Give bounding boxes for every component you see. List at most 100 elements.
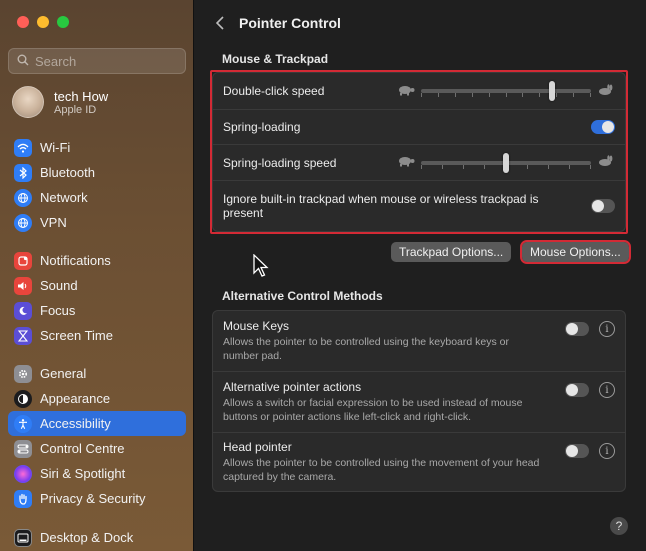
avatar: [12, 86, 44, 118]
vpn-icon: [14, 213, 32, 232]
minimize-window-button[interactable]: [37, 16, 49, 28]
double-click-speed-row: Double-click speed: [213, 73, 625, 110]
accessibility-icon: [14, 414, 32, 433]
mouse-keys-description: Allows the pointer to be controlled usin…: [223, 336, 509, 362]
alternative-pointer-actions-row: Alternative pointer actions Allows a swi…: [213, 372, 625, 433]
spring-loading-label: Spring-loading: [223, 120, 301, 134]
info-icon[interactable]: i: [599, 321, 615, 337]
sidebar-item-accessibility[interactable]: Accessibility: [8, 411, 186, 436]
spring-loading-speed-track[interactable]: [421, 152, 591, 173]
mouse-cursor-icon: [253, 254, 269, 277]
mouse-keys-toggle[interactable]: [565, 322, 589, 336]
user-name: tech How: [54, 88, 109, 104]
slider-knob[interactable]: [503, 152, 509, 173]
head-pointer-label: Head pointer: [223, 440, 292, 454]
slider-tick: [489, 93, 490, 97]
sidebar-item-label: Appearance: [40, 391, 111, 406]
mouse-trackpad-group: Double-click speed Spring-loading Spring…: [212, 72, 626, 232]
sidebar-item-vpn[interactable]: VPN: [8, 210, 186, 235]
apple-id-row[interactable]: tech How Apple ID: [12, 86, 108, 118]
trackpad-options-button[interactable]: Trackpad Options...: [391, 242, 512, 262]
appearance-icon: [14, 389, 32, 408]
sidebar-item-focus[interactable]: Focus: [8, 298, 186, 323]
sidebar-item-siri-spotlight[interactable]: Siri & Spotlight: [8, 461, 186, 486]
ignore-trackpad-row: Ignore built-in trackpad when mouse or w…: [213, 181, 625, 231]
sidebar-item-wifi[interactable]: Wi-Fi: [8, 135, 186, 160]
sidebar-item-sound[interactable]: Sound: [8, 273, 186, 298]
sidebar-item-label: VPN: [40, 215, 67, 230]
info-icon[interactable]: i: [599, 443, 615, 459]
sidebar: tech How Apple ID Wi-Fi Bluetooth Networ…: [0, 0, 194, 551]
alternative-pointer-actions-description: Allows a switch or facial expression to …: [223, 397, 523, 423]
alternative-pointer-actions-toggle[interactable]: [565, 383, 589, 397]
double-click-speed-slider[interactable]: [397, 81, 615, 101]
siri-icon: [14, 464, 32, 483]
sidebar-item-label: Focus: [40, 303, 76, 318]
double-click-speed-label: Double-click speed: [223, 84, 325, 98]
sidebar-group-connectivity: Wi-Fi Bluetooth Network VPN: [8, 135, 186, 235]
sidebar-item-privacy-security[interactable]: Privacy & Security: [8, 486, 186, 511]
page-title: Pointer Control: [239, 15, 341, 31]
slider-tick: [548, 164, 549, 169]
spring-loading-row: Spring-loading: [213, 110, 625, 145]
close-window-button[interactable]: [17, 16, 29, 28]
spring-loading-toggle[interactable]: [591, 120, 615, 134]
fast-rabbit-icon: [597, 83, 615, 99]
spring-loading-speed-row: Spring-loading speed: [213, 145, 625, 181]
sidebar-item-bluetooth[interactable]: Bluetooth: [8, 160, 186, 185]
info-icon[interactable]: i: [599, 382, 615, 398]
network-icon: [14, 188, 32, 207]
spring-loading-speed-label: Spring-loading speed: [223, 155, 337, 170]
sidebar-item-label: Network: [40, 190, 88, 205]
slider-tick: [590, 164, 591, 169]
spring-loading-speed-slider[interactable]: [397, 152, 615, 173]
sidebar-item-label: Notifications: [40, 253, 111, 268]
sidebar-item-label: Desktop & Dock: [40, 530, 134, 545]
mouse-keys-row: Mouse Keys Allows the pointer to be cont…: [213, 311, 625, 372]
sidebar-item-label: Screen Time: [40, 328, 113, 343]
slider-tick: [556, 93, 557, 97]
head-pointer-row: Head pointer Allows the pointer to be co…: [213, 433, 625, 491]
bluetooth-icon: [14, 163, 32, 182]
slider-tick: [421, 93, 422, 97]
control-centre-icon: [14, 439, 32, 458]
mouse-options-button[interactable]: Mouse Options...: [520, 240, 631, 264]
user-subtitle: Apple ID: [54, 103, 97, 116]
back-button[interactable]: [213, 14, 227, 32]
wifi-icon: [14, 138, 32, 157]
sidebar-item-appearance[interactable]: Appearance: [8, 386, 186, 411]
section-title-alternative-control: Alternative Control Methods: [222, 289, 383, 303]
slider-tick: [506, 93, 507, 97]
double-click-speed-track[interactable]: [421, 81, 591, 101]
sidebar-item-desktop-dock[interactable]: Desktop & Dock: [8, 525, 186, 550]
sidebar-item-notifications[interactable]: Notifications: [8, 248, 186, 273]
sidebar-item-control-centre[interactable]: Control Centre: [8, 436, 186, 461]
ignore-trackpad-toggle[interactable]: [591, 199, 615, 213]
window-controls: [17, 16, 69, 28]
help-button[interactable]: ?: [610, 517, 628, 535]
slider-tick: [522, 93, 523, 97]
sidebar-item-screen-time[interactable]: Screen Time: [8, 323, 186, 348]
fast-rabbit-icon: [597, 155, 615, 170]
search-field[interactable]: [8, 48, 186, 74]
sidebar-item-general[interactable]: General: [8, 361, 186, 386]
zoom-window-button[interactable]: [57, 16, 69, 28]
slider-tick: [573, 93, 574, 97]
slider-tick: [455, 93, 456, 97]
slider-tick: [463, 164, 464, 169]
focus-icon: [14, 301, 32, 320]
sidebar-item-network[interactable]: Network: [8, 185, 186, 210]
alternative-pointer-actions-label: Alternative pointer actions: [223, 380, 362, 394]
head-pointer-toggle[interactable]: [565, 444, 589, 458]
slider-tick: [539, 93, 540, 97]
search-input[interactable]: [35, 53, 175, 69]
header: Pointer Control: [195, 0, 646, 46]
slider-tick: [527, 164, 528, 169]
sidebar-item-label: Sound: [40, 278, 78, 293]
slider-knob[interactable]: [549, 81, 555, 101]
ignore-trackpad-label: Ignore built-in trackpad when mouse or w…: [223, 192, 539, 220]
search-icon: [17, 54, 29, 69]
sidebar-item-label: Privacy & Security: [40, 491, 146, 506]
slider-tick: [442, 164, 443, 169]
gear-icon: [14, 364, 32, 383]
